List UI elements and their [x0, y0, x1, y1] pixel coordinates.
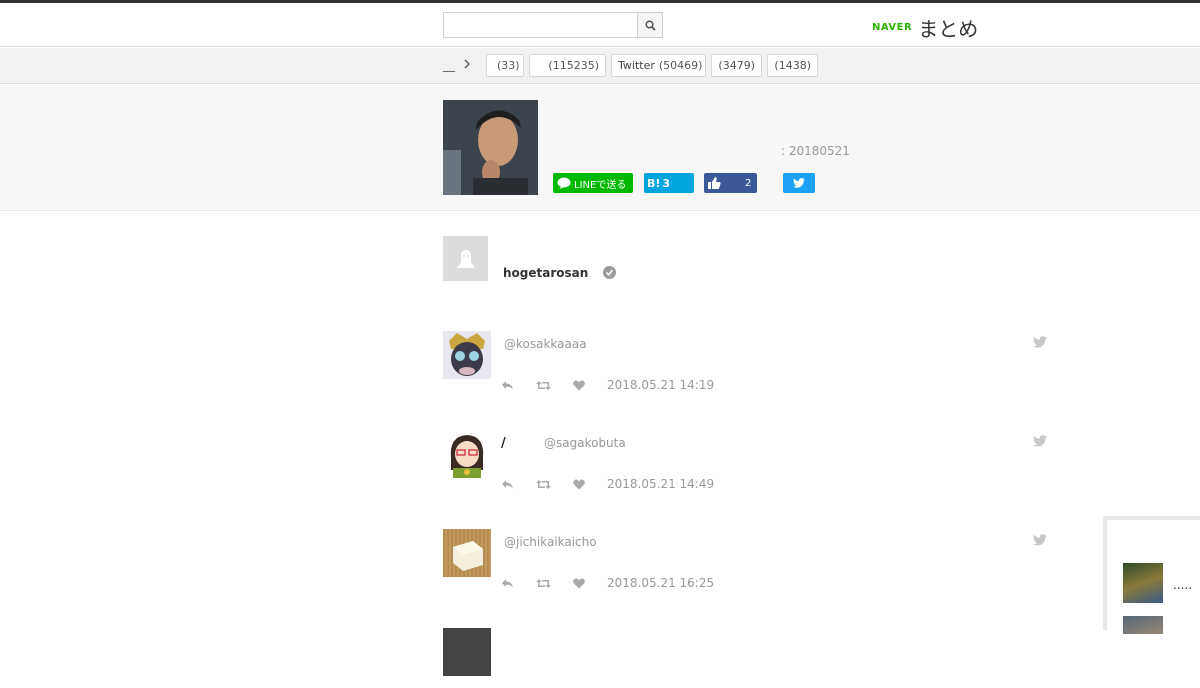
breadcrumb[interactable]: __ — [443, 58, 455, 72]
like-heart-icon[interactable] — [573, 380, 585, 391]
tweet-timestamp[interactable]: 2018.05.21 14:19 — [607, 378, 714, 392]
author-avatar[interactable] — [443, 236, 488, 281]
search-button[interactable] — [637, 13, 662, 37]
retweet-icon[interactable] — [536, 578, 551, 589]
tweet-actions: 2018.05.21 14:19 — [501, 378, 736, 392]
related-ellipsis[interactable]: ..... — [1173, 578, 1192, 592]
twitter-share-button[interactable] — [783, 173, 815, 193]
tweet-handle[interactable]: @jichikaikaicho — [504, 535, 597, 549]
facebook-like-button[interactable]: 2 — [704, 173, 757, 193]
tag-count: (3479) — [718, 59, 755, 72]
reply-icon[interactable] — [501, 479, 514, 490]
chevron-right-icon — [464, 59, 470, 69]
twitter-bird-icon[interactable] — [1033, 435, 1047, 447]
tweet-handle[interactable]: @kosakkaaaa — [504, 337, 587, 351]
line-share-label: LINEで送る — [574, 179, 627, 191]
like-heart-icon[interactable] — [573, 479, 585, 490]
author-name[interactable]: hogetarosan — [503, 266, 588, 280]
site-header: NAVER まとめ — [0, 3, 1200, 47]
tweet-card — [443, 628, 1053, 688]
thumbs-up-icon — [708, 177, 721, 189]
logo-matome-text: まとめ — [918, 17, 979, 41]
cover-image[interactable] — [443, 100, 538, 195]
line-share-button[interactable]: LINEで送る — [553, 173, 633, 193]
tag-name: Twitter — [618, 59, 655, 72]
logo-naver-text: NAVER — [872, 22, 913, 33]
tweet-card: / @sagakobuta 2018.05.21 14:49 — [443, 430, 1053, 491]
search-box — [443, 12, 663, 38]
reply-icon[interactable] — [501, 578, 514, 589]
hatena-bookmark-button[interactable]: B! 3 — [644, 173, 694, 193]
retweet-icon[interactable] — [536, 380, 551, 391]
verified-badge-icon — [603, 266, 616, 279]
category-bar: __ (33) (115235) Twitter (50469) (3479) … — [0, 48, 1200, 84]
twitter-bird-icon[interactable] — [1033, 534, 1047, 546]
like-heart-icon[interactable] — [573, 578, 585, 589]
twitter-bird-icon — [793, 178, 805, 188]
tag-count: (33) — [497, 59, 520, 72]
hatena-count: 3 — [662, 176, 671, 190]
search-icon — [644, 19, 656, 31]
tag-count: (50469) — [658, 59, 703, 72]
tweet-actions: 2018.05.21 14:49 — [501, 477, 736, 491]
retweet-icon[interactable] — [536, 479, 551, 490]
facebook-like-count: 2 — [745, 177, 752, 189]
tweet-card: @kosakkaaaa 2018.05.21 14:19 — [443, 331, 1053, 392]
category-tag[interactable]: (115235) — [529, 54, 606, 77]
matome-header: : 20180521 LINEで送る B! 3 2 — [0, 85, 1200, 211]
category-tag[interactable]: Twitter (50469) — [611, 54, 706, 77]
tweet-card: @jichikaikaicho 2018.05.21 16:25 — [443, 529, 1053, 590]
default-user-icon — [456, 249, 475, 268]
tag-count: (115235) — [548, 59, 599, 72]
hatena-label: B! — [647, 176, 661, 190]
naver-matome-logo[interactable]: NAVER まとめ — [872, 13, 978, 42]
related-thumbnail[interactable] — [1123, 616, 1163, 634]
tweet-avatar[interactable] — [443, 430, 491, 478]
tweet-avatar[interactable] — [443, 331, 491, 379]
tweet-display-name: / — [501, 436, 506, 451]
line-icon — [557, 177, 571, 189]
category-tag[interactable]: (3479) — [711, 54, 762, 77]
category-tag[interactable]: (1438) — [767, 54, 818, 77]
tweet-avatar[interactable] — [443, 628, 491, 676]
category-tag[interactable]: (33) — [486, 54, 524, 77]
tweet-handle[interactable]: @sagakobuta — [544, 436, 626, 450]
cover-photo-shape — [443, 100, 538, 195]
tweet-actions: 2018.05.21 16:25 — [501, 576, 736, 590]
tweet-avatar[interactable] — [443, 529, 491, 577]
reply-icon[interactable] — [501, 380, 514, 391]
tweet-timestamp[interactable]: 2018.05.21 14:49 — [607, 477, 714, 491]
tweet-timestamp[interactable]: 2018.05.21 16:25 — [607, 576, 714, 590]
search-input[interactable] — [444, 13, 638, 37]
tag-count: (1438) — [774, 59, 811, 72]
twitter-bird-icon[interactable] — [1033, 336, 1047, 348]
related-thumbnail[interactable] — [1123, 563, 1163, 603]
related-matome-panel: ..... — [1103, 516, 1200, 634]
updated-date: : 20180521 — [781, 144, 850, 158]
